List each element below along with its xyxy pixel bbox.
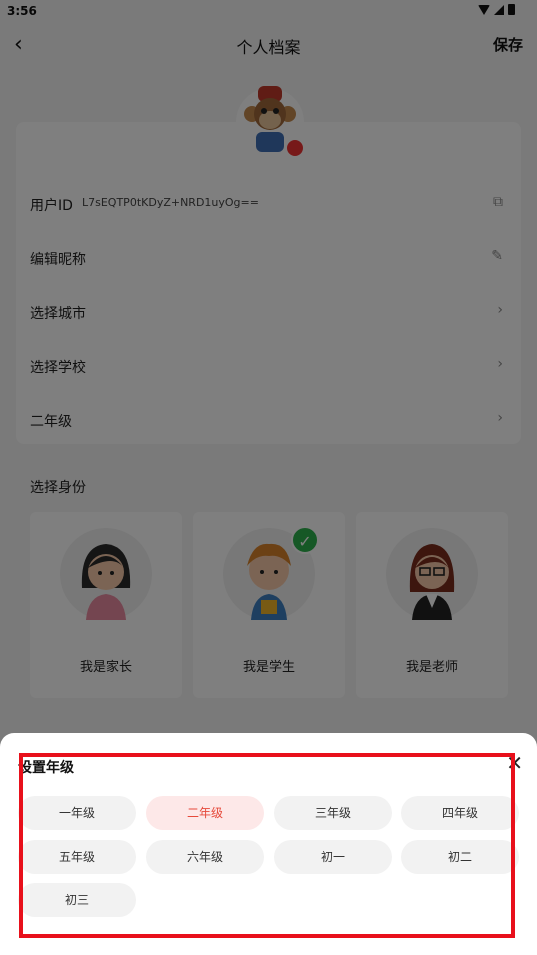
grade-option[interactable]: 初一 bbox=[274, 840, 392, 874]
grade-option-selected[interactable]: 二年级 bbox=[146, 796, 264, 830]
grade-option[interactable]: 五年级 bbox=[18, 840, 136, 874]
sheet-title: 设置年级 bbox=[18, 760, 74, 776]
grade-option[interactable]: 初二 bbox=[401, 840, 519, 874]
grade-option[interactable]: 初三 bbox=[18, 883, 136, 917]
grade-bottom-sheet: 设置年级 ✕ 一年级 二年级 三年级 四年级 五年级 六年级 初一 初二 初三 bbox=[0, 733, 537, 955]
grade-option[interactable]: 六年级 bbox=[146, 840, 264, 874]
grade-option[interactable]: 四年级 bbox=[401, 796, 519, 830]
close-icon[interactable]: ✕ bbox=[506, 751, 523, 775]
grade-option[interactable]: 一年级 bbox=[18, 796, 136, 830]
grade-option[interactable]: 三年级 bbox=[274, 796, 392, 830]
